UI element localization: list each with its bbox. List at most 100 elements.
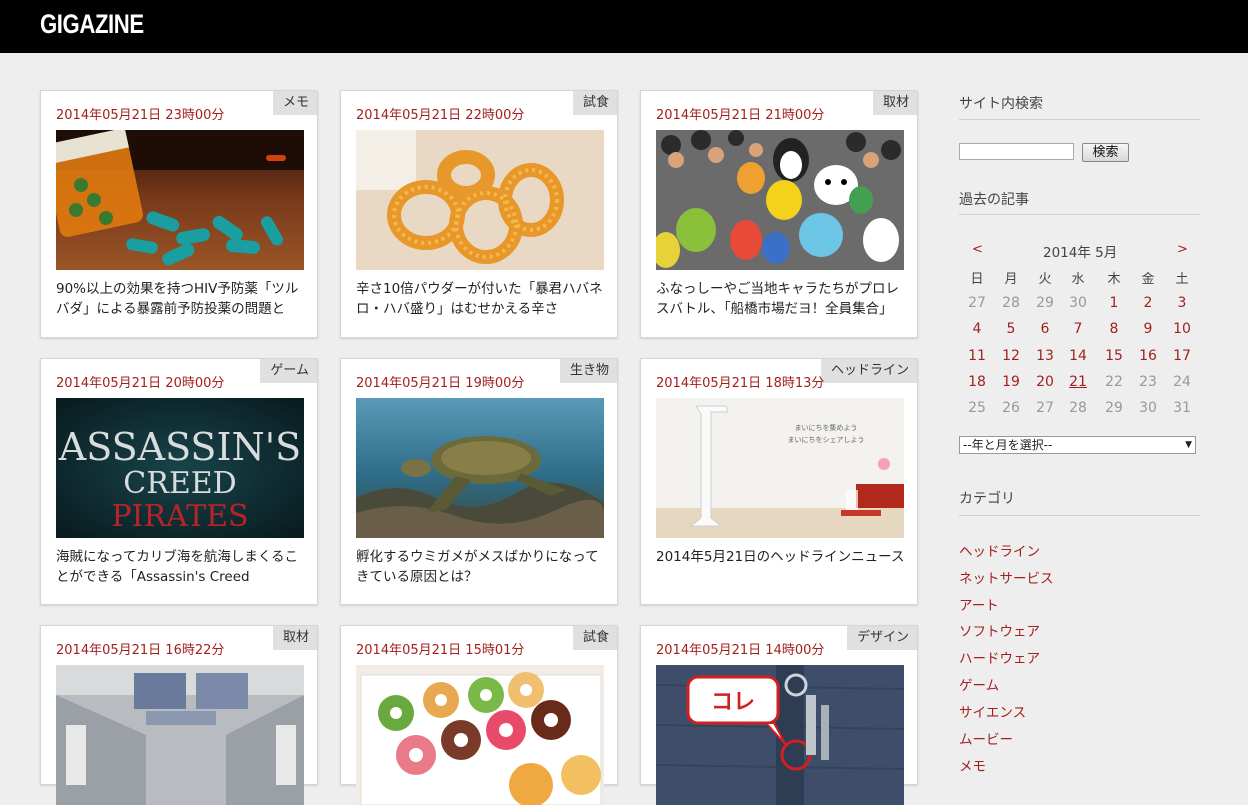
calendar-day[interactable]: 14: [1061, 348, 1095, 364]
calendar-day: 30: [1069, 295, 1087, 311]
category-link[interactable]: メモ: [959, 755, 986, 775]
headline-ad-line1: まいにちを集めよう: [795, 423, 858, 432]
game-logo-line1: ASSASSIN'S: [58, 425, 301, 469]
article-date: 2014年05月21日 15時01分: [356, 643, 525, 658]
category-tag[interactable]: ゲーム: [260, 359, 317, 383]
search-button[interactable]: 検索: [1082, 143, 1129, 162]
article-title[interactable]: 海賊になってカリブ海を航海しまくることができる「Assassin's Creed…: [56, 547, 306, 587]
calendar-day[interactable]: 5: [994, 321, 1028, 337]
calendar-day: 26: [1002, 400, 1020, 416]
article-thumbnail-donuts[interactable]: [356, 665, 604, 805]
calendar-weekday: 日: [970, 272, 984, 287]
site-logo[interactable]: GIGAZINE: [40, 9, 144, 40]
category-tag[interactable]: 試食: [572, 91, 617, 115]
category-link[interactable]: ヘッドライン: [959, 540, 1040, 560]
chevron-down-icon: ▼: [1185, 440, 1192, 450]
calendar-day: 24: [1173, 374, 1191, 390]
article-thumbnail-snack[interactable]: [356, 130, 604, 270]
divider: [959, 119, 1200, 120]
calendar-day: 31: [1173, 400, 1191, 416]
category-tag[interactable]: 生き物: [559, 359, 617, 383]
calendar-day[interactable]: 9: [1131, 321, 1165, 337]
calendar-weekday: 火: [1038, 272, 1052, 287]
category-tag[interactable]: ヘッドライン: [820, 359, 917, 383]
article-card[interactable]: 取材 2014年05月21日 16時22分: [40, 625, 318, 805]
article-thumbnail-headline[interactable]: まいにちを集めよう まいにちをシェアしよう: [656, 398, 904, 538]
article-card[interactable]: デザイン 2014年05月21日 14時00分 コレ: [640, 625, 918, 805]
calendar-day[interactable]: 17: [1165, 348, 1199, 364]
category-tag[interactable]: メモ: [272, 91, 317, 115]
calendar-weekday: 土: [1175, 272, 1189, 287]
calendar-day: 29: [1036, 295, 1054, 311]
calendar-day[interactable]: 12: [994, 348, 1028, 364]
category-link[interactable]: ネットサービス: [959, 567, 1054, 587]
calendar-day[interactable]: 20: [1028, 374, 1062, 390]
calendar-day[interactable]: 7: [1061, 321, 1095, 337]
archive-heading: 過去の記事: [959, 192, 1029, 208]
category-tag[interactable]: 取材: [272, 626, 317, 650]
calendar-prev-button[interactable]: <: [972, 242, 983, 257]
calendar-day: 25: [968, 400, 986, 416]
article-title[interactable]: ふなっしーやご当地キャラたちがプロレスバトル、「船橋市場だヨ！全員集合」全試: [656, 279, 906, 319]
article-title[interactable]: 90%以上の効果を持つHIV予防薬「ツルバダ」による暴露前予防投薬の問題と: [56, 279, 306, 319]
calendar-day[interactable]: 2: [1131, 295, 1165, 311]
category-link[interactable]: ソフトウェア: [959, 620, 1040, 640]
article-card[interactable]: 試食 2014年05月21日 15時01分: [340, 625, 618, 805]
category-link[interactable]: アート: [959, 594, 999, 614]
calendar-day[interactable]: 8: [1097, 321, 1131, 337]
article-title[interactable]: 辛さ10倍パウダーが付いた「暴君ハバネロ・ハバ盛り」はむせかえる辛さ: [356, 279, 606, 319]
article-thumbnail-assassins-creed[interactable]: ASSASSIN'S CREED PIRATES: [56, 398, 304, 538]
calendar-day[interactable]: 1: [1097, 295, 1131, 311]
calendar-day[interactable]: 18: [960, 374, 994, 390]
calendar-day[interactable]: 4: [960, 321, 994, 337]
calendar-day[interactable]: 19: [994, 374, 1028, 390]
category-tag[interactable]: 取材: [872, 91, 917, 115]
calendar-day[interactable]: 3: [1165, 295, 1199, 311]
category-tag[interactable]: デザイン: [846, 626, 917, 650]
article-thumbnail-sea-turtle[interactable]: [356, 398, 604, 538]
article-card[interactable]: ヘッドライン 2014年05月21日 18時13分 まいにちを集めよう まいにち…: [640, 358, 918, 605]
article-date: 2014年05月21日 18時13分: [656, 376, 825, 391]
calendar-day[interactable]: 21: [1061, 374, 1095, 390]
article-thumbnail-mascots[interactable]: [656, 130, 904, 270]
article-date: 2014年05月21日 23時00分: [56, 108, 225, 123]
article-thumbnail-train[interactable]: [56, 665, 304, 805]
article-title[interactable]: 2014年5月21日のヘッドラインニュース: [656, 547, 906, 587]
calendar-day[interactable]: 13: [1028, 348, 1062, 364]
key-callout-label: コレ: [711, 690, 755, 715]
article-date: 2014年05月21日 20時00分: [56, 376, 225, 391]
divider: [959, 214, 1200, 215]
calendar-day: 30: [1139, 400, 1157, 416]
calendar-day[interactable]: 11: [960, 348, 994, 364]
category-link[interactable]: サイエンス: [959, 701, 1026, 721]
calendar-weekday: 金: [1141, 272, 1155, 287]
article-card[interactable]: 取材 2014年05月21日 21時00分 ふなっしーやご当地キャラたちがプロレ…: [640, 90, 918, 338]
article-card[interactable]: 試食 2014年05月21日 22時00分 辛さ10倍パウダーが付いた「暴君ハバ…: [340, 90, 618, 338]
site-header: GIGAZINE: [0, 0, 1248, 53]
article-card[interactable]: メモ 2014年05月21日 23時00分 90%以上の効果を持つHIV予防薬「…: [40, 90, 318, 338]
category-link[interactable]: ハードウェア: [959, 647, 1040, 667]
calendar-day: 23: [1139, 374, 1157, 390]
article-thumbnail-pills[interactable]: [56, 130, 304, 270]
calendar-day[interactable]: 16: [1131, 348, 1165, 364]
category-link[interactable]: ムービー: [959, 728, 1013, 748]
search-input[interactable]: [959, 143, 1074, 160]
category-link[interactable]: ゲーム: [959, 674, 999, 694]
calendar-next-button[interactable]: >: [1177, 242, 1188, 257]
calendar-day: 29: [1105, 400, 1123, 416]
calendar-weekday: 木: [1107, 272, 1121, 287]
article-thumbnail-keys[interactable]: コレ: [656, 665, 904, 805]
game-logo-line3: PIRATES: [111, 499, 248, 534]
category-tag[interactable]: 試食: [572, 626, 617, 650]
calendar-month-label: 2014年 5月: [1043, 245, 1118, 261]
article-card[interactable]: ゲーム 2014年05月21日 20時00分 ASSASSIN'S CREED …: [40, 358, 318, 605]
article-date: 2014年05月21日 16時22分: [56, 643, 225, 658]
calendar-day[interactable]: 6: [1028, 321, 1062, 337]
headline-ad-line2: まいにちをシェアしよう: [788, 436, 865, 444]
game-logo-line2: CREED: [123, 466, 236, 501]
month-select[interactable]: --年と月を選択-- ▼: [959, 436, 1196, 454]
article-card[interactable]: 生き物 2014年05月21日 19時00分 孵化するウミガメがメスばかりになっ…: [340, 358, 618, 605]
article-title[interactable]: 孵化するウミガメがメスばかりになってきている原因とは？: [356, 547, 606, 587]
calendar-day[interactable]: 15: [1097, 348, 1131, 364]
calendar-day[interactable]: 10: [1165, 321, 1199, 337]
